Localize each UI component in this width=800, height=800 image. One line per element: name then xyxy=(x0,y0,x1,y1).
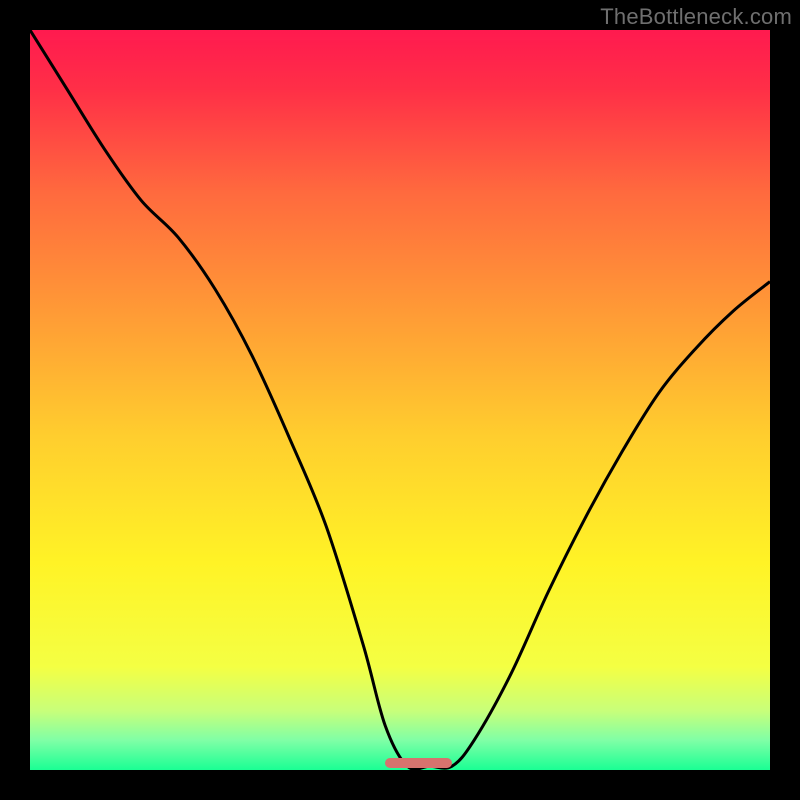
chart-frame: TheBottleneck.com xyxy=(0,0,800,800)
watermark-text: TheBottleneck.com xyxy=(600,4,792,30)
gradient-plot-area xyxy=(30,30,770,770)
optimum-marker xyxy=(385,758,452,768)
